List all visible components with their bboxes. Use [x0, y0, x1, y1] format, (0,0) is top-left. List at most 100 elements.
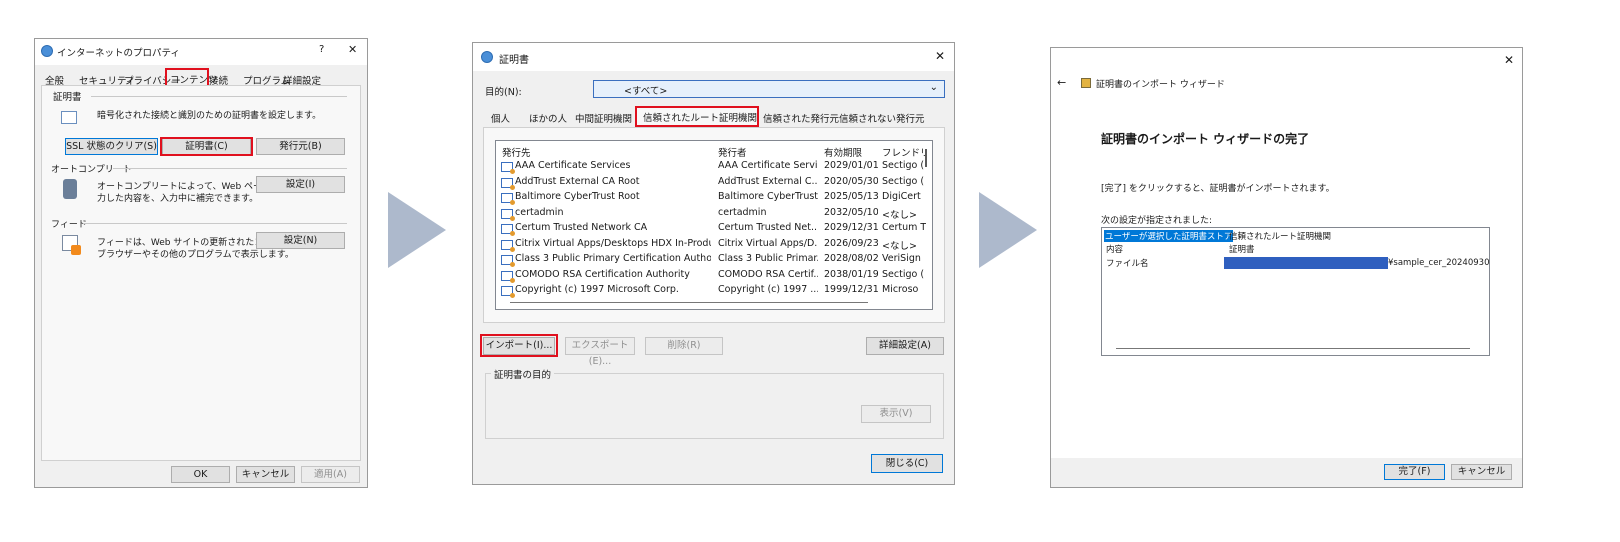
apply-button[interactable]: 適用(A)	[301, 466, 360, 483]
chevron-down-icon: ⌄	[929, 82, 938, 93]
table-cell[interactable]: Copyright (c) 1997 Microsoft Corp.	[515, 284, 711, 295]
table-cell[interactable]: Citrix Virtual Apps/Desktops HDX In-Prod…	[515, 238, 711, 249]
finish-button[interactable]: 完了(F)	[1384, 464, 1445, 480]
table-cell: DigiCert	[882, 191, 921, 202]
certificate-icon	[501, 162, 515, 174]
certificates-group-label: 証明書	[53, 92, 82, 103]
table-cell[interactable]: certadmin	[515, 207, 711, 218]
certificate-icon	[61, 111, 77, 124]
window-title: 証明書	[499, 55, 529, 66]
purpose-label: 目的(N):	[485, 87, 522, 98]
table-cell: <なし>	[882, 240, 917, 252]
tab-intermediate-ca[interactable]: 中間証明機関	[575, 111, 632, 125]
export-button[interactable]: エクスポート(E)...	[565, 337, 635, 367]
group-divider	[113, 168, 347, 169]
delete-button[interactable]: 削除(R)	[645, 337, 723, 355]
rss-icon	[71, 245, 81, 255]
settings-value: 証明書	[1229, 245, 1255, 255]
table-cell: Sectigo (	[882, 175, 925, 187]
titlebar: 証明書 ✕	[473, 43, 954, 71]
table-cell[interactable]: Certum Trusted Network CA	[515, 222, 711, 233]
tab-trusted-publishers[interactable]: 信頼された発行元	[763, 111, 839, 125]
column-header-expiration[interactable]: 有効期限	[824, 145, 862, 159]
table-cell: 2020/05/30	[824, 175, 878, 187]
certificate-list[interactable]: 発行先 発行者 有効期限 フレンドリ AAA Certificate Servi…	[495, 140, 933, 310]
close-icon[interactable]: ✕	[1504, 53, 1514, 67]
certificates-button[interactable]: 証明書(C)	[162, 138, 251, 155]
certificate-icon	[501, 224, 515, 236]
feeds-settings-button[interactable]: 設定(N)	[256, 232, 345, 249]
table-cell: Citrix Virtual Apps/D...	[718, 237, 818, 249]
certificate-icon	[501, 270, 515, 283]
table-cell: Certum Trusted Net...	[718, 222, 818, 233]
tab-personal[interactable]: 個人	[491, 111, 510, 125]
purpose-select[interactable]: <すべて> ⌄	[593, 80, 945, 98]
close-button[interactable]: 閉じる(C)	[871, 454, 943, 473]
close-icon[interactable]: ✕	[935, 49, 945, 63]
certificates-dialog: 証明書 ✕ 目的(N): <すべて> ⌄ 個人 ほかの人 中間証明機関 信頼され…	[472, 42, 955, 485]
table-cell: Sectigo (	[882, 268, 925, 280]
table-cell: 2029/01/01	[824, 160, 878, 171]
step-arrow-2	[979, 192, 1037, 268]
import-wizard-dialog: ✕ ← 証明書のインポート ウィザード 証明書のインポート ウィザードの完了 […	[1050, 47, 1523, 488]
horizontal-scrollbar[interactable]	[1116, 348, 1470, 349]
view-button[interactable]: 表示(V)	[861, 405, 931, 423]
step-arrow-1	[388, 192, 446, 268]
settings-value: 信頼されたルート証明機関	[1229, 232, 1332, 242]
settings-label: 次の設定が指定されました:	[1101, 216, 1213, 226]
ssl-clear-button[interactable]: SSL 状態のクリア(S)	[65, 138, 158, 155]
table-cell: 1999/12/31	[824, 284, 878, 295]
table-cell: 2038/01/19	[824, 268, 878, 280]
certificate-icon	[501, 255, 515, 267]
wizard-heading: 証明書のインポート ウィザードの完了	[1101, 132, 1310, 146]
group-divider	[91, 96, 347, 97]
table-cell: COMODO RSA Certif...	[718, 268, 818, 280]
table-cell[interactable]: AddTrust External CA Root	[515, 176, 711, 187]
table-cell: 2028/08/02	[824, 253, 878, 264]
back-arrow-icon[interactable]: ←	[1057, 76, 1066, 89]
certificate-icon	[501, 193, 515, 205]
table-cell: AAA Certificate Servi...	[718, 160, 818, 171]
table-cell: Microso	[882, 284, 919, 295]
tab-untrusted-publishers[interactable]: 信頼されない発行元	[839, 111, 925, 125]
titlebar: インターネットのプロパティ ? ✕	[35, 39, 367, 65]
purpose-select-value: <すべて>	[624, 86, 668, 97]
table-cell[interactable]: AAA Certificate Services	[515, 160, 711, 171]
redacted-path	[1224, 257, 1388, 269]
table-cell[interactable]: COMODO RSA Certification Authority	[515, 269, 711, 280]
group-divider	[83, 223, 347, 224]
advanced-button[interactable]: 詳細設定(A)	[866, 337, 944, 355]
globe-icon	[41, 45, 53, 57]
table-cell: Certum T	[882, 222, 926, 233]
certificate-icon	[481, 51, 493, 63]
feeds-group-label: フィード	[51, 220, 87, 230]
table-cell: Copyright (c) 1997 ...	[718, 284, 818, 295]
certificate-purpose-label: 証明書の目的	[491, 367, 555, 381]
autocomplete-settings-button[interactable]: 設定(I)	[256, 176, 345, 193]
table-cell[interactable]: Class 3 Public Primary Certification Aut…	[515, 253, 711, 264]
cancel-button[interactable]: キャンセル	[1451, 464, 1512, 480]
table-cell[interactable]: Baltimore CyberTrust Root	[515, 191, 711, 202]
column-header-issued-to[interactable]: 発行先	[502, 145, 531, 159]
table-cell: AddTrust External C...	[718, 175, 818, 187]
horizontal-scrollbar[interactable]	[510, 302, 868, 303]
table-cell: 2025/05/13	[824, 191, 878, 202]
certificate-icon	[501, 208, 515, 221]
import-button[interactable]: インポート(I)...	[483, 337, 555, 355]
tab-trusted-root-ca[interactable]: 信頼されたルート証明機関	[643, 110, 757, 124]
cancel-button[interactable]: キャンセル	[236, 466, 295, 483]
publishers-button[interactable]: 発行元(B)	[256, 138, 345, 155]
ok-button[interactable]: OK	[171, 466, 230, 483]
table-cell: VeriSign	[882, 253, 921, 264]
column-header-issued-by[interactable]: 発行者	[718, 145, 747, 159]
table-cell: 2032/05/10	[824, 206, 878, 218]
wizard-title: 証明書のインポート ウィザード	[1096, 80, 1225, 90]
instruction-text: [完了] をクリックすると、証明書がインポートされます。	[1101, 184, 1335, 194]
close-icon[interactable]: ✕	[348, 43, 357, 56]
internet-properties-dialog: インターネットのプロパティ ? ✕ 全般 セキュリティ プライバシー コンテンツ…	[34, 38, 368, 488]
settings-list[interactable]: ユーザーが選択した証明書ストア 信頼されたルート証明機関 内容 証明書 ファイル…	[1101, 227, 1490, 356]
tab-other-people[interactable]: ほかの人	[529, 111, 567, 125]
help-button[interactable]: ?	[319, 44, 324, 55]
certificate-icon	[501, 239, 515, 252]
column-header-friendly-name[interactable]: フレンドリ	[882, 145, 926, 159]
